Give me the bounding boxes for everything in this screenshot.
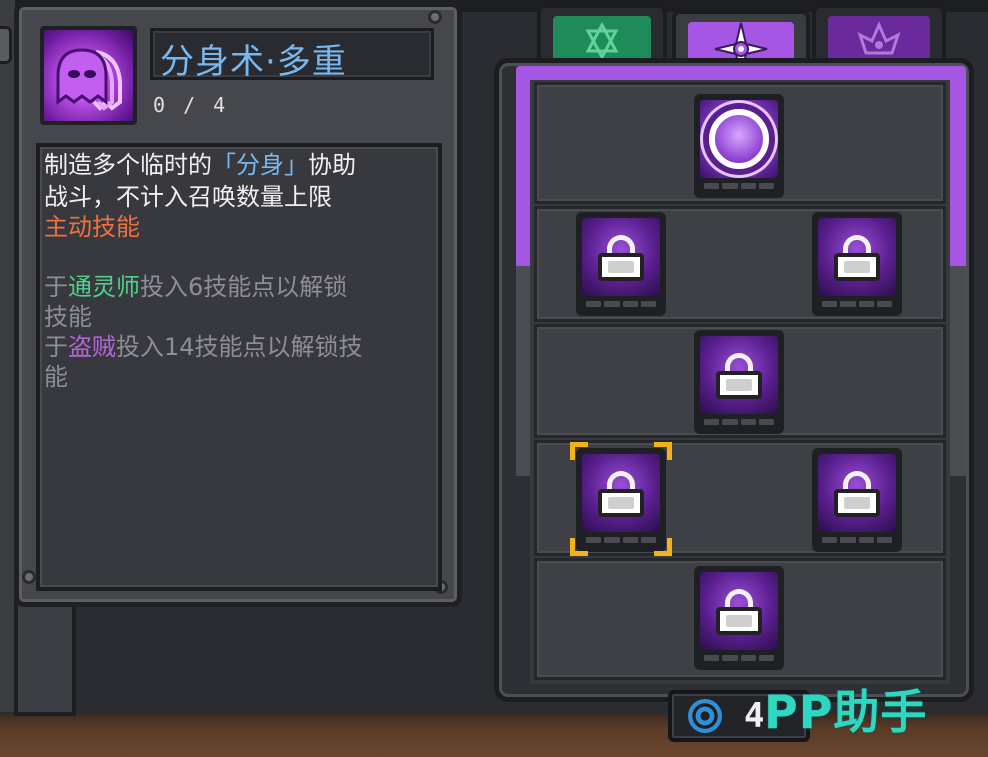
skill-level-pips: [818, 532, 896, 543]
skill-level: 0 / 4: [153, 93, 229, 117]
level-pip: [704, 183, 720, 189]
unlock-requirement-necromancer: 于通灵师投入6技能点以解锁: [44, 272, 347, 302]
skill-node-locked[interactable]: [812, 212, 902, 316]
selection-corner-icon: [570, 442, 588, 460]
star-icon: [585, 21, 619, 61]
level-pip: [740, 183, 756, 189]
clone-skill-icon: [700, 100, 778, 178]
description-text: 制造多个临时的: [44, 151, 212, 179]
skill-node-locked[interactable]: [694, 566, 784, 670]
lock-icon: [598, 235, 644, 281]
left-side-tab[interactable]: [0, 26, 12, 64]
level-pip: [758, 183, 774, 189]
requirement-text: 技能: [44, 303, 92, 331]
requirement-text: 投入14技能点以解锁技: [116, 333, 363, 361]
locked-skill-art: [582, 218, 660, 296]
locked-skill-art: [700, 336, 778, 414]
level-pip: [722, 183, 738, 189]
skill-level-pips: [700, 178, 778, 189]
skill-icon-frame: [40, 26, 137, 125]
description-line: 战斗，不计入召唤数量上限: [44, 183, 332, 211]
description-text: 协助: [308, 151, 356, 179]
purple-ghost-clones-icon: [44, 30, 133, 121]
locked-skill-art: [700, 572, 778, 650]
description-line: 制造多个临时的「分身」协助: [44, 150, 356, 180]
lock-icon: [598, 471, 644, 517]
selection-corner-icon: [654, 442, 672, 460]
lock-icon: [716, 353, 762, 399]
lock-icon: [716, 589, 762, 635]
skill-type-label: 主动技能: [44, 213, 140, 241]
skill-level-pips: [582, 296, 660, 307]
skill-node-locked[interactable]: [694, 330, 784, 434]
skill-points-value: 4: [744, 696, 765, 736]
rivet-icon: [428, 10, 442, 24]
class-name-rogue: 盗贼: [68, 333, 116, 361]
swirl-icon: [688, 699, 722, 733]
locked-skill-art: [818, 454, 896, 532]
clone-keyword: 「分身」: [212, 151, 308, 179]
lock-icon: [834, 471, 880, 517]
skill-node-locked[interactable]: [812, 448, 902, 552]
lock-icon: [834, 235, 880, 281]
skill-node-selected[interactable]: [576, 448, 666, 552]
crest-icon: [857, 21, 901, 55]
skill-level-pips: [582, 532, 660, 543]
requirement-text: 于: [44, 273, 68, 301]
skill-node-clone[interactable]: [694, 94, 784, 198]
requirement-text: 能: [44, 363, 68, 391]
unlock-requirement-rogue: 于盗贼投入14技能点以解锁技: [44, 332, 363, 362]
skill-level-pips: [818, 296, 896, 307]
skill-level-pips: [700, 414, 778, 425]
rivet-icon: [22, 570, 36, 584]
tree-rail: [950, 266, 966, 476]
watermark: PP助手: [764, 685, 928, 739]
panel-support-pillar: [14, 590, 76, 716]
locked-skill-art: [818, 218, 896, 296]
clone-skill-glyph: [709, 109, 769, 169]
tree-rail: [516, 266, 530, 476]
skill-title: 分身术·多重: [160, 42, 347, 82]
requirement-text: 于: [44, 333, 68, 361]
skill-level-pips: [700, 650, 778, 661]
locked-skill-art: [582, 454, 660, 532]
skill-node-locked[interactable]: [576, 212, 666, 316]
selection-corner-icon: [654, 538, 672, 556]
selection-corner-icon: [570, 538, 588, 556]
class-name-necromancer: 通灵师: [68, 273, 140, 301]
requirement-text: 投入6技能点以解锁: [140, 273, 348, 301]
